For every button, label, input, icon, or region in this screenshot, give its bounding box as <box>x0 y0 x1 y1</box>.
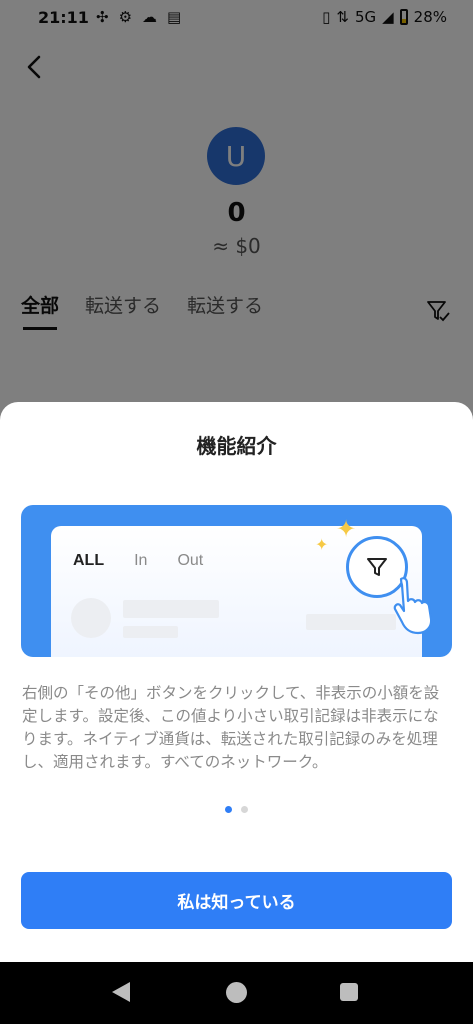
page-dot[interactable] <box>241 806 248 813</box>
feature-intro-sheet: 機能紹介 ALL In Out ✦ ✦ 右側の「その他」ボタンをクリックして、非… <box>0 402 473 962</box>
sheet-title: 機能紹介 <box>196 434 277 458</box>
skeleton-line <box>123 626 178 638</box>
sparkle-icon: ✦ <box>336 515 357 543</box>
illustration-tab-in: In <box>134 552 148 569</box>
nav-back-icon[interactable] <box>112 982 130 1002</box>
illustration-tabs: ALL In Out <box>73 552 203 570</box>
got-it-button[interactable]: 私は知っている <box>21 872 452 929</box>
sparkle-icon: ✦ <box>315 535 329 554</box>
pagination-dots <box>0 806 473 813</box>
system-nav-bar <box>0 962 473 1024</box>
skeleton-line <box>123 600 219 618</box>
feature-illustration: ALL In Out ✦ ✦ <box>21 505 452 657</box>
illustration-tab-out: Out <box>177 552 204 569</box>
skeleton-line <box>306 614 396 630</box>
nav-recents-icon[interactable] <box>340 983 358 1001</box>
feature-description: 右側の「その他」ボタンをクリックして、非表示の小額を設定します。設定後、この値よ… <box>22 684 440 771</box>
pointing-hand-icon <box>393 577 433 635</box>
skeleton-avatar <box>71 598 111 638</box>
nav-home-icon[interactable] <box>226 982 247 1003</box>
illustration-tab-all: ALL <box>73 552 105 569</box>
page-dot-active[interactable] <box>225 806 232 813</box>
